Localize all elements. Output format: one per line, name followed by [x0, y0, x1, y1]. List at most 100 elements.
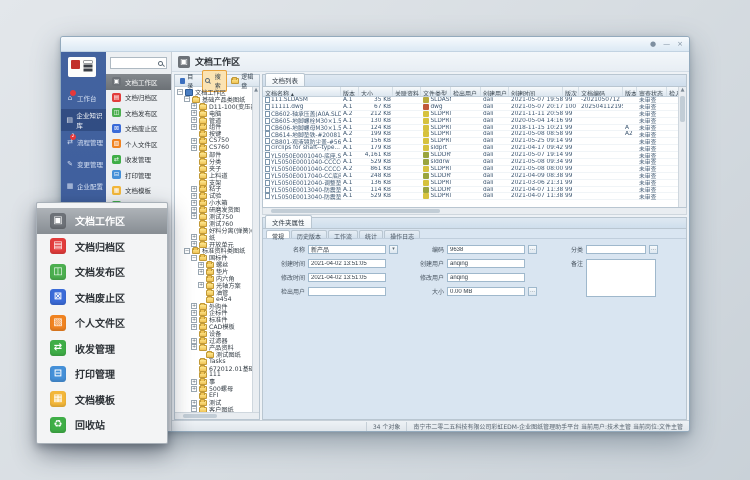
- tree-node[interactable]: 672012.01基础: [177, 365, 251, 372]
- close-button[interactable]: ×: [677, 41, 683, 48]
- column-header-8[interactable]: 版次: [563, 87, 579, 96]
- expand-icon[interactable]: +: [198, 282, 204, 288]
- expand-icon[interactable]: +: [191, 379, 197, 385]
- table-row[interactable]: CB801-观液镜防尘盖-#56L)...A.1156 KBSLDPRTdali…: [263, 138, 678, 145]
- expand-icon[interactable]: +: [191, 145, 197, 151]
- name-field[interactable]: [308, 245, 386, 254]
- module-search[interactable]: [110, 57, 167, 69]
- menu-item-打印管理[interactable]: ⊟打印管理: [106, 167, 171, 183]
- props-tab-常规[interactable]: 常规: [266, 230, 290, 238]
- collapse-icon[interactable]: −: [191, 255, 197, 261]
- scroll-thumb[interactable]: [680, 96, 685, 122]
- menu-item-文档模板[interactable]: ▦文档模板: [106, 183, 171, 199]
- menu-item-文档工作区[interactable]: ▣文档工作区: [37, 208, 167, 234]
- tree-node[interactable]: +垫片: [177, 268, 251, 275]
- code-field[interactable]: [447, 245, 525, 254]
- search-input[interactable]: [111, 60, 158, 66]
- expand-icon[interactable]: +: [191, 338, 197, 344]
- menu-item-文档发布区[interactable]: ◫文档发布区: [37, 259, 167, 285]
- size-browse-button[interactable]: …: [528, 287, 537, 296]
- sidebar-item-企业知识库[interactable]: ▤企业知识库: [61, 109, 106, 131]
- table-row[interactable]: 111.SLDASMA.135 KBSLDASMdali2021-05-07 1…: [263, 97, 678, 104]
- menu-item-收发管理[interactable]: ⇄收发管理: [106, 152, 171, 168]
- expand-icon[interactable]: +: [191, 103, 197, 109]
- menu-item-文档废止区[interactable]: ⊠文档废止区: [37, 285, 167, 311]
- props-tab-统计[interactable]: 统计: [359, 230, 383, 238]
- column-header-1[interactable]: 版本: [341, 87, 359, 96]
- table-vertical-scrollbar[interactable]: ▲: [678, 87, 686, 207]
- column-header-3[interactable]: 关联资料: [393, 87, 421, 96]
- column-header-7[interactable]: 创建时间: [509, 87, 563, 96]
- search-icon[interactable]: [158, 61, 163, 66]
- menu-item-文档工作区[interactable]: ▣文档工作区: [106, 74, 171, 90]
- menu-item-文档归档区[interactable]: ▤文档归档区: [37, 234, 167, 260]
- expand-icon[interactable]: +: [191, 386, 197, 392]
- menu-item-文档模板[interactable]: ▦文档模板: [37, 387, 167, 413]
- props-tab-历史版本[interactable]: 历史版本: [291, 230, 327, 238]
- note-field[interactable]: [586, 259, 656, 297]
- expand-icon[interactable]: +: [191, 186, 197, 192]
- column-header-6[interactable]: 创建用户: [481, 87, 509, 96]
- props-tab-工作流[interactable]: 工作流: [328, 230, 358, 238]
- minimize-button[interactable]: —: [663, 41, 670, 48]
- menu-item-文档归档区[interactable]: ▤文档归档区: [106, 90, 171, 106]
- expand-icon[interactable]: +: [191, 400, 197, 406]
- collapse-icon[interactable]: −: [184, 96, 190, 102]
- sidebar-item-变更管理[interactable]: ✎变更管理: [61, 153, 106, 175]
- modified-field[interactable]: [308, 273, 386, 282]
- expand-icon[interactable]: +: [191, 324, 197, 330]
- menu-item-回收站[interactable]: ♻回收站: [37, 412, 167, 438]
- tree-node[interactable]: +光轴方案: [177, 282, 251, 289]
- column-header-4[interactable]: 文件类型: [421, 87, 451, 96]
- tree-node[interactable]: +CS750: [177, 137, 251, 144]
- menu-item-收发管理[interactable]: ⇄收发管理: [37, 336, 167, 362]
- expand-icon[interactable]: +: [191, 138, 197, 144]
- expand-icon[interactable]: +: [191, 310, 197, 316]
- collapse-icon[interactable]: −: [184, 248, 190, 254]
- theme-button[interactable]: ●: [650, 41, 656, 48]
- modifier-field[interactable]: [447, 273, 525, 282]
- column-header-10[interactable]: 版本: [623, 87, 637, 96]
- menu-item-打印管理[interactable]: ⊟打印管理: [37, 361, 167, 387]
- scroll-up-icon[interactable]: ▲: [253, 87, 259, 94]
- tab-document-list[interactable]: 文档列表: [265, 73, 305, 86]
- tree-node[interactable]: 按键: [177, 130, 251, 137]
- column-header-12[interactable]: 检入标记: [667, 87, 678, 96]
- code-browse-button[interactable]: …: [528, 245, 537, 254]
- expand-icon[interactable]: +: [191, 317, 197, 323]
- created-field[interactable]: [308, 259, 386, 268]
- menu-item-个人文件区[interactable]: ▧个人文件区: [37, 310, 167, 336]
- tree-horizontal-scrollbar[interactable]: [175, 412, 259, 419]
- expand-icon[interactable]: +: [191, 234, 197, 240]
- sidebar-item-工作台[interactable]: ⌂工作台: [61, 87, 106, 109]
- menu-item-个人文件区[interactable]: ▧个人文件区: [106, 136, 171, 152]
- expand-icon[interactable]: +: [191, 207, 197, 213]
- sidebar-item-流程管理[interactable]: ⇄流程管理2: [61, 131, 106, 153]
- expand-icon[interactable]: +: [191, 117, 197, 123]
- tree-node[interactable]: +500螺母: [177, 385, 251, 392]
- category-browse-button[interactable]: …: [649, 245, 658, 254]
- props-tab-操作日志[interactable]: 操作日志: [384, 230, 420, 238]
- sidebar-item-企业配置[interactable]: ▦企业配置: [61, 175, 106, 197]
- collapse-icon[interactable]: −: [177, 89, 183, 95]
- size-field[interactable]: [447, 287, 525, 296]
- expand-icon[interactable]: +: [191, 213, 197, 219]
- expand-icon[interactable]: +: [198, 269, 204, 275]
- column-header-0[interactable]: 文档名称 ▴: [263, 87, 341, 96]
- expand-icon[interactable]: +: [191, 200, 197, 206]
- checkout-field[interactable]: [308, 287, 386, 296]
- tab-folder-properties[interactable]: 文件夹属性: [265, 215, 312, 228]
- expand-icon[interactable]: +: [191, 241, 197, 247]
- name-dropdown-icon[interactable]: ▾: [389, 245, 398, 254]
- expand-icon[interactable]: +: [191, 193, 197, 199]
- expand-icon[interactable]: +: [191, 303, 197, 309]
- column-header-9[interactable]: 文档编码: [579, 87, 623, 96]
- column-header-5[interactable]: 检出用户: [451, 87, 481, 96]
- creator-field[interactable]: [447, 259, 525, 268]
- table-row[interactable]: YL5050E0013040-防震垫4(90...A.1529 KBSLDPRT…: [263, 193, 678, 200]
- menu-item-文档发布区[interactable]: ◫文档发布区: [106, 105, 171, 121]
- expand-icon[interactable]: +: [191, 344, 197, 350]
- column-header-2[interactable]: 大小: [359, 87, 393, 96]
- category-field[interactable]: [586, 245, 646, 254]
- tree-vertical-scrollbar[interactable]: ▲: [252, 87, 259, 412]
